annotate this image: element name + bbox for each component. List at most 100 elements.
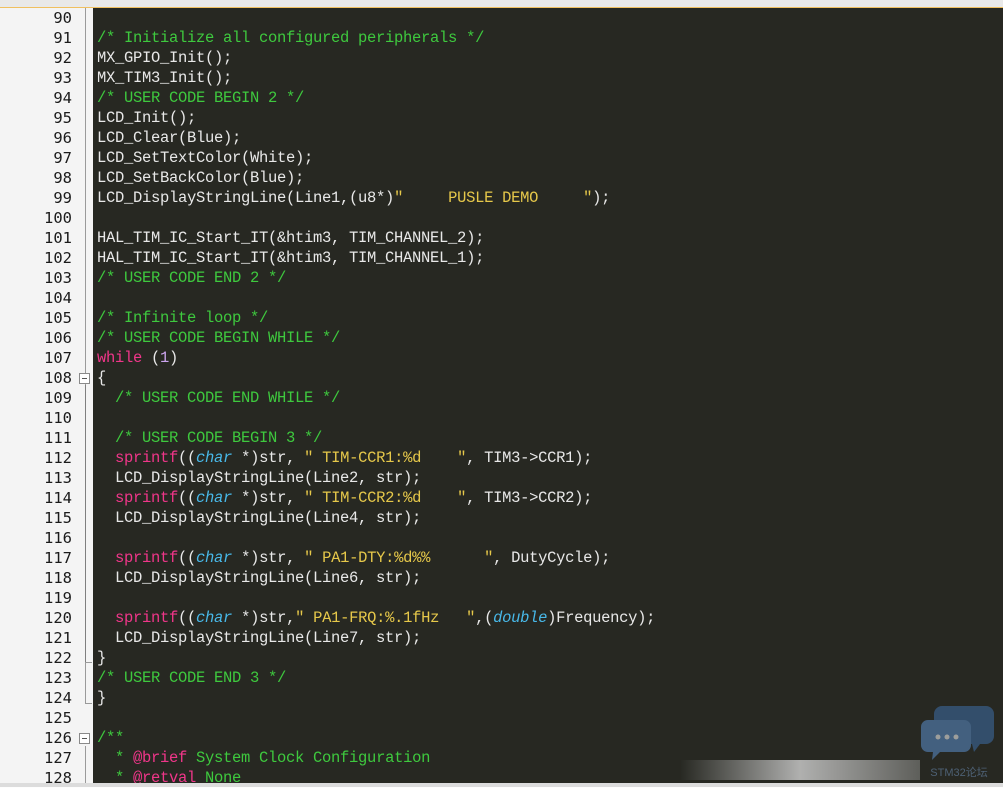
code-token: " TIM-CCR1:%d " [304, 449, 467, 467]
code-token: HAL_TIM_IC_Start_IT(&htim3, TIM_CHANNEL_… [97, 229, 485, 247]
code-text[interactable]: { [97, 368, 106, 388]
code-line: 101 HAL_TIM_IC_Start_IT(&htim3, TIM_CHANN… [0, 228, 1003, 248]
code-line: 121 LCD_DisplayStringLine(Line7, str); [0, 628, 1003, 648]
code-text[interactable]: sprintf((char *)str," PA1-FRQ:%.1fHz ",(… [97, 608, 655, 628]
code-token: sprintf [115, 489, 179, 507]
line-number: 100 [44, 209, 72, 227]
code-text[interactable]: LCD_SetTextColor(White); [97, 148, 313, 168]
fold-guide-while [85, 385, 86, 663]
code-text[interactable]: sprintf((char *)str, " TIM-CCR1:%d ", TI… [97, 448, 592, 468]
code-token: } [97, 689, 107, 707]
code-line: 96 LCD_Clear(Blue); [0, 128, 1003, 148]
code-line: 122} [0, 648, 1003, 668]
code-line: 95 LCD_Init(); [0, 108, 1003, 128]
code-text[interactable]: * @brief System Clock Configuration [97, 748, 430, 768]
code-text[interactable]: MX_TIM3_Init(); [97, 68, 232, 88]
code-text[interactable]: LCD_DisplayStringLine(Line7, str); [97, 628, 421, 648]
code-line: 117 sprintf((char *)str, " PA1-DTY:%d%% … [0, 548, 1003, 568]
code-text[interactable]: HAL_TIM_IC_Start_IT(&htim3, TIM_CHANNEL_… [97, 248, 484, 268]
code-line: 93 MX_TIM3_Init(); [0, 68, 1003, 88]
fold-toggle-line-126[interactable] [79, 733, 90, 744]
code-text[interactable]: } [97, 688, 106, 708]
code-text[interactable]: /* Initialize all configured peripherals… [97, 28, 484, 48]
line-number: 122 [44, 649, 72, 667]
code-line: 91 /* Initialize all configured periphera… [0, 28, 1003, 48]
code-token: LCD_DisplayStringLine(Line4, str); [97, 509, 422, 527]
code-line: 116 [0, 528, 1003, 548]
line-number: 117 [44, 549, 72, 567]
code-text[interactable]: /* USER CODE BEGIN 3 */ [97, 428, 322, 448]
code-token: " PA1-FRQ:%.1fHz " [295, 609, 476, 627]
line-number: 121 [44, 629, 72, 647]
code-line: 109 /* USER CODE END WHILE */ [0, 388, 1003, 408]
code-text[interactable]: LCD_Init(); [97, 108, 196, 128]
code-text[interactable]: HAL_TIM_IC_Start_IT(&htim3, TIM_CHANNEL_… [97, 228, 484, 248]
code-text[interactable]: LCD_SetBackColor(Blue); [97, 168, 304, 188]
bottom-edge-bar [0, 783, 1003, 787]
line-number: 92 [53, 49, 72, 67]
code-line: 123 /* USER CODE END 3 */ [0, 668, 1003, 688]
code-token: *)str, [232, 609, 296, 627]
code-text[interactable]: LCD_DisplayStringLine(Line1,(u8*)" PUSLE… [97, 188, 610, 208]
code-token: *)str, [232, 549, 305, 567]
code-token: System Clock Configuration [187, 749, 431, 767]
code-token: char [196, 609, 233, 627]
code-token: sprintf [115, 549, 179, 567]
code-line: 103 /* USER CODE END 2 */ [0, 268, 1003, 288]
watermark-text: STM32论坛 [930, 767, 988, 779]
fold-toggle-line-108[interactable] [79, 373, 90, 384]
code-text[interactable]: } [97, 648, 106, 668]
code-text[interactable]: sprintf((char *)str, " PA1-DTY:%d%% ", D… [97, 548, 610, 568]
code-token: LCD_DisplayStringLine(Line7, str); [97, 629, 422, 647]
code-token: sprintf [115, 609, 179, 627]
code-text[interactable]: LCD_Clear(Blue); [97, 128, 241, 148]
fold-guide-end-main [85, 703, 92, 704]
code-token: (( [178, 609, 197, 627]
code-line: 107 while (1) [0, 348, 1003, 368]
code-text[interactable]: /* USER CODE END WHILE */ [97, 388, 340, 408]
code-token: (( [178, 489, 197, 507]
code-text[interactable]: /* USER CODE BEGIN 2 */ [97, 88, 304, 108]
code-line: 108 { [0, 368, 1003, 388]
code-text[interactable]: LCD_DisplayStringLine(Line4, str); [97, 508, 421, 528]
line-number: 94 [53, 89, 72, 107]
code-token: LCD_SetBackColor(Blue); [97, 169, 305, 187]
code-text[interactable]: /* USER CODE BEGIN WHILE */ [97, 328, 340, 348]
code-token: , TIM3->CCR2); [466, 489, 593, 507]
code-token: 1 [160, 349, 170, 367]
blurred-region [680, 760, 920, 780]
code-token: )Frequency); [547, 609, 656, 627]
code-text[interactable]: LCD_DisplayStringLine(Line2, str); [97, 468, 421, 488]
line-number: 114 [44, 489, 72, 507]
code-line: 119 [0, 588, 1003, 608]
line-number: 98 [53, 169, 72, 187]
code-text[interactable]: /** [97, 728, 124, 748]
code-text[interactable]: LCD_DisplayStringLine(Line6, str); [97, 568, 421, 588]
code-text[interactable]: /* USER CODE END 3 */ [97, 668, 286, 688]
code-token: /** [97, 729, 125, 747]
code-token: , DutyCycle); [493, 549, 611, 567]
line-number: 108 [44, 369, 72, 387]
code-line: 104 [0, 288, 1003, 308]
line-number: 103 [44, 269, 72, 287]
code-line: 111 /* USER CODE BEGIN 3 */ [0, 428, 1003, 448]
code-token: /* USER CODE BEGIN 3 */ [115, 429, 323, 447]
code-token: } [97, 649, 107, 667]
code-text[interactable]: /* Infinite loop */ [97, 308, 268, 328]
code-token: /* Infinite loop */ [97, 309, 269, 327]
code-line: 110 [0, 408, 1003, 428]
code-token: char [196, 489, 233, 507]
code-text[interactable]: /* USER CODE END 2 */ [97, 268, 286, 288]
code-text[interactable]: while (1) [97, 348, 178, 368]
code-text[interactable]: sprintf((char *)str, " TIM-CCR2:%d ", TI… [97, 488, 592, 508]
code-token: , TIM3->CCR1); [466, 449, 593, 467]
line-number: 125 [44, 709, 72, 727]
line-number: 106 [44, 329, 72, 347]
code-token: " TIM-CCR2:%d " [304, 489, 467, 507]
line-number: 116 [44, 529, 72, 547]
code-token: (( [178, 449, 197, 467]
code-text[interactable]: MX_GPIO_Init(); [97, 48, 232, 68]
